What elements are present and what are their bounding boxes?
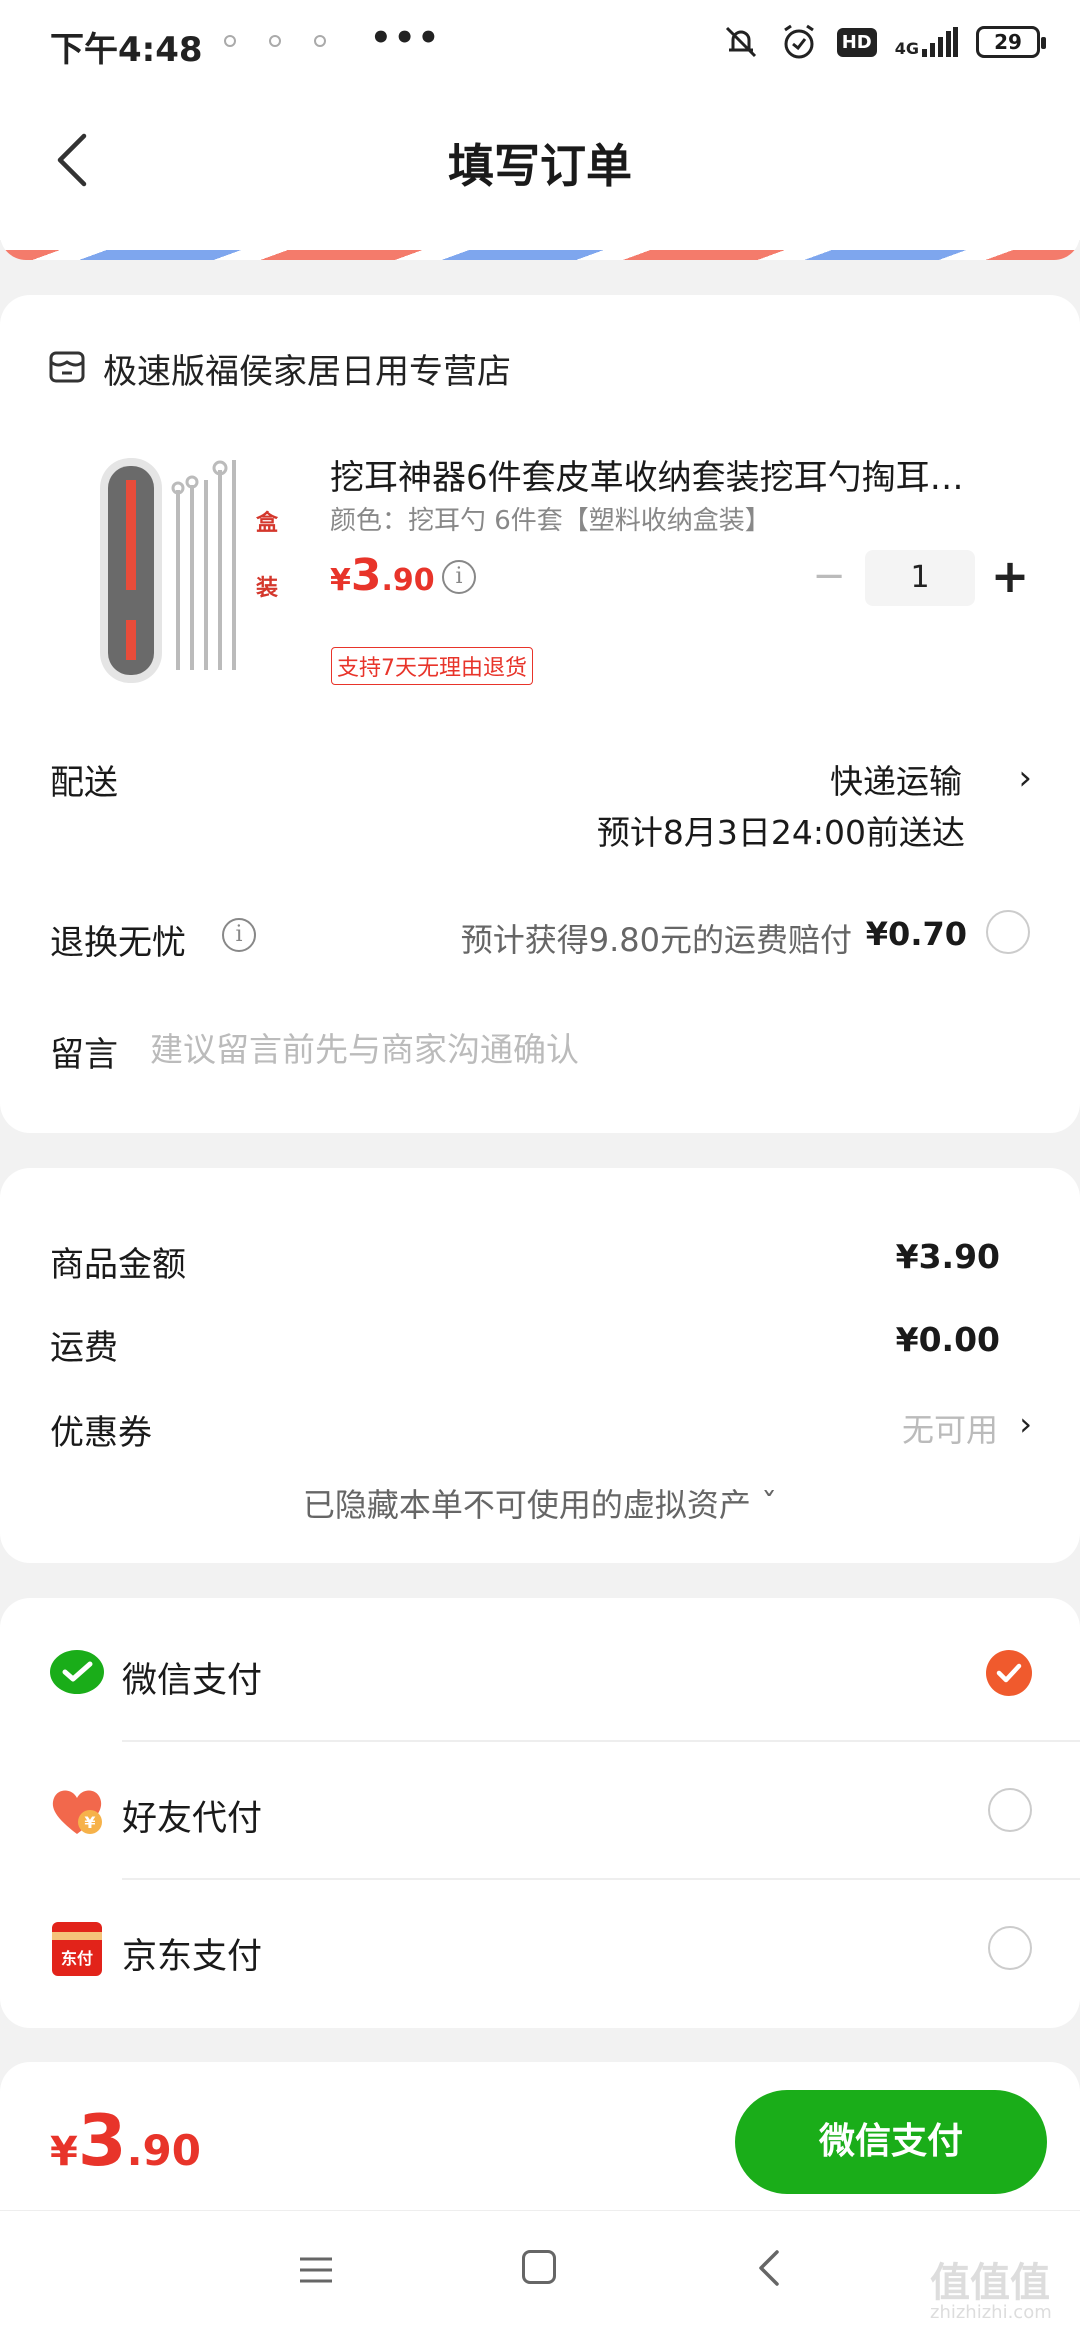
product-spec[interactable]: 颜色：挖耳勺 6件套【塑料收纳盒装】 (330, 500, 771, 537)
goods-amount-value: ¥3.90 (895, 1237, 1000, 1276)
notification-icon (224, 35, 326, 47)
page-title: 填写订单 (448, 139, 632, 193)
status-time: 下午4:48 (50, 30, 203, 70)
network-type: 4G (894, 39, 919, 58)
status-bar: 下午4:48 ••• HD 4G 29 (0, 0, 1080, 90)
total-integer: 3 (77, 2100, 127, 2182)
checkmark-icon (996, 1663, 1022, 1683)
return-insurance-label: 退换无忧 (50, 923, 186, 963)
store-icon (49, 351, 85, 383)
store-name[interactable]: 极速版福侯家居日用专营店 (103, 344, 511, 393)
jd-pay-icon-text: 东付 (61, 1949, 93, 1968)
status-right: HD 4G 29 (721, 22, 1046, 62)
notification-icons (220, 28, 330, 60)
delivery-eta: 预计8月3日24:00前送达 (596, 813, 965, 852)
address-envelope-strip (0, 230, 1080, 260)
price-symbol: ¥ (330, 563, 351, 598)
return-insurance-desc: 预计获得9.80元的运费赔付 (460, 921, 852, 959)
payment-divider (122, 1878, 1080, 1880)
payment-method-label[interactable]: 京东支付 (122, 1928, 262, 1979)
delivery-label: 配送 (50, 763, 118, 803)
order-card (0, 295, 1080, 1133)
total-decimal: .90 (126, 2126, 201, 2175)
coupon-value[interactable]: 无可用 (902, 1405, 998, 1451)
return-policy-badge: 支持7天无理由退货 (331, 647, 533, 685)
alarm-icon (783, 24, 814, 59)
total-symbol: ¥ (50, 2129, 78, 2175)
quantity-value[interactable]: 1 (865, 550, 975, 606)
price-info-icon[interactable]: i (442, 560, 476, 594)
signal-group: 4G (895, 27, 958, 57)
total-price: ¥3.90 (50, 2100, 201, 2182)
watermark: 值值值 (930, 2260, 1050, 2306)
envelope-stripes (0, 250, 1080, 260)
quantity-decrease-button[interactable]: − (812, 556, 846, 598)
jd-pay-icon: 东付 (52, 1922, 102, 1976)
payment-method-label[interactable]: 微信支付 (122, 1652, 262, 1703)
payment-divider (122, 1740, 1080, 1742)
goods-amount-label: 商品金额 (50, 1245, 186, 1285)
product-price: ¥3.90 (330, 550, 435, 601)
more-notifications-icon: ••• (370, 18, 442, 58)
product-image-label-2: 装 (256, 576, 279, 601)
nav-back-icon[interactable] (753, 2248, 783, 2288)
hidden-assets-toggle[interactable]: 已隐藏本单不可使用的虚拟资产 ˇ (0, 1480, 1080, 1526)
quantity-increase-button[interactable]: + (990, 550, 1030, 606)
coupon-label: 优惠券 (50, 1413, 152, 1453)
shipping-label: 运费 (50, 1328, 118, 1368)
friend-pay-heart-icon: ¥ (52, 1790, 102, 1834)
return-insurance-price: ¥0.70 (865, 915, 967, 953)
watermark-sub: zhizhizhi.com (930, 2302, 1052, 2323)
price-integer: 3 (350, 550, 382, 601)
price-decimal: .90 (381, 563, 435, 598)
message-label: 留言 (50, 1035, 118, 1075)
payment-method-label[interactable]: 好友代付 (122, 1790, 262, 1841)
payment-selected-check-icon[interactable] (986, 1650, 1032, 1696)
coupon-chevron-icon[interactable]: › (1019, 1405, 1032, 1443)
return-insurance-radio[interactable] (986, 910, 1030, 954)
wechat-pay-icon (50, 1650, 104, 1694)
delivery-chevron-icon[interactable]: › (1018, 758, 1032, 798)
product-title[interactable]: 挖耳神器6件套皮革收纳套装挖耳勺掏耳… (330, 450, 1010, 499)
pay-button[interactable]: 微信支付 (735, 2090, 1047, 2194)
mute-bell-icon (725, 26, 756, 58)
jd-pay-radio[interactable] (988, 1926, 1032, 1970)
friend-pay-icon-text: ¥ (84, 1813, 95, 1832)
hd-icon: HD (836, 27, 877, 57)
return-info-icon[interactable]: i (222, 918, 256, 952)
product-image-label-1: 盒 (256, 511, 279, 536)
battery-icon: 29 (976, 26, 1046, 58)
friend-pay-radio[interactable] (988, 1788, 1032, 1832)
message-input[interactable] (150, 1024, 1010, 1074)
shipping-value: ¥0.00 (895, 1320, 1000, 1359)
delivery-method[interactable]: 快递运输 (830, 755, 962, 803)
signal-icon (922, 27, 958, 57)
home-icon[interactable] (522, 2250, 556, 2284)
menu-icon[interactable] (298, 2255, 334, 2285)
